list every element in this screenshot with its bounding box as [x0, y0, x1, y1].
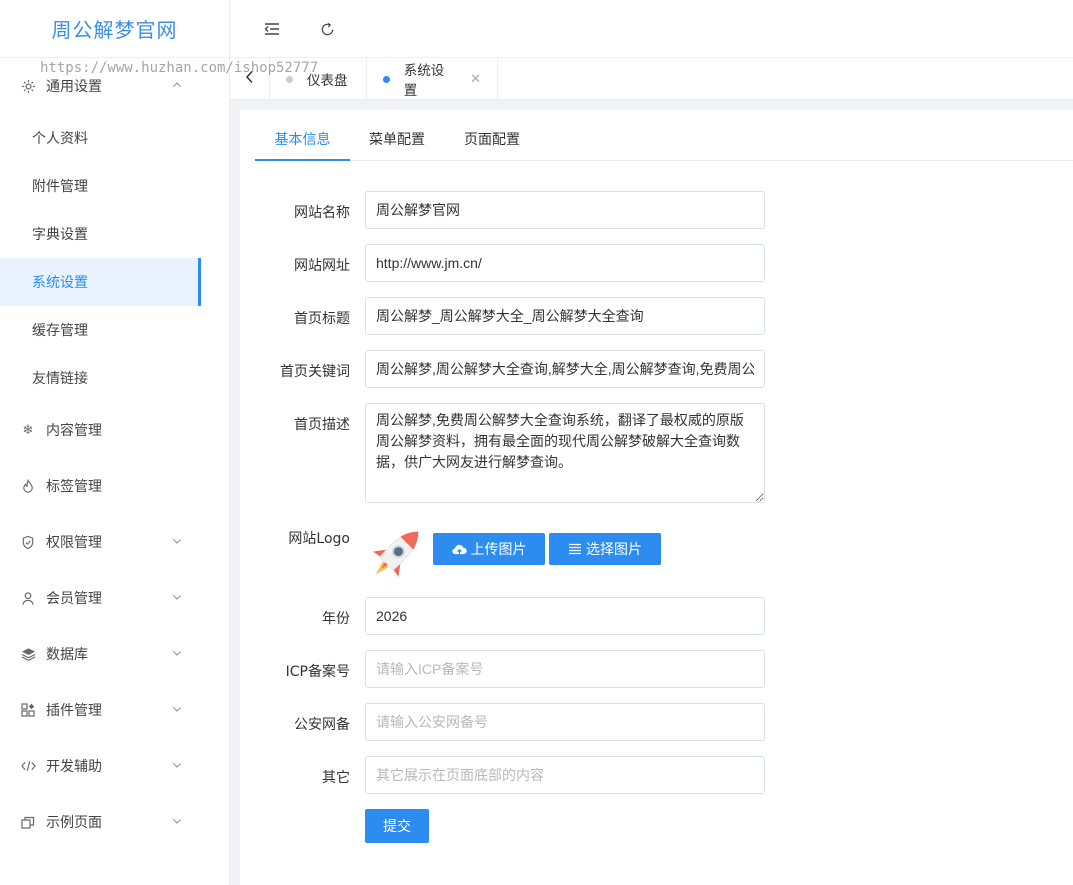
sidebar-group-tags[interactable]: 标签管理 — [0, 458, 229, 514]
icp-input[interactable] — [365, 650, 765, 688]
other-input[interactable] — [365, 756, 765, 794]
upload-image-button[interactable]: 上传图片 — [433, 533, 545, 565]
sidebar-group-examples[interactable]: 示例页面 — [0, 794, 229, 850]
sidebar-group-label: 示例页面 — [46, 815, 102, 831]
site-url-label: 网站网址 — [294, 258, 350, 274]
sidebar-item-label: 缓存管理 — [32, 323, 88, 339]
sidebar-item-label: 系统设置 — [32, 275, 88, 291]
sidebar-item-label: 友情链接 — [32, 371, 88, 387]
rocket-logo-image — [363, 520, 431, 586]
home-keywords-label: 首页关键词 — [280, 364, 350, 380]
subtab-page-config[interactable]: 页面配置 — [460, 110, 524, 161]
sidebar-group-content[interactable]: ❄ 内容管理 — [0, 402, 229, 458]
tab-system-settings[interactable]: 系统设置 ✕ — [367, 58, 498, 100]
watermark: https://www.huzhan.com/ishop52777 — [40, 60, 319, 76]
site-name-input[interactable] — [365, 191, 765, 229]
choose-image-label: 选择图片 — [586, 542, 642, 558]
subtab-basic-info[interactable]: 基本信息 — [255, 110, 350, 161]
site-name-label: 网站名称 — [294, 205, 350, 221]
sidebar-group-label: 开发辅助 — [46, 759, 102, 775]
chevron-down-icon — [172, 648, 182, 661]
sidebar-group-label: 内容管理 — [46, 423, 102, 439]
logo-area: 周公解梦官网 — [0, 0, 229, 58]
sidebar-item-label: 个人资料 — [32, 131, 88, 147]
chevron-down-icon — [172, 592, 182, 605]
tab-label: 系统设置 — [403, 63, 445, 99]
settings-subtabs: 基本信息 菜单配置 页面配置 — [255, 110, 1073, 161]
content-panel: 基本信息 菜单配置 页面配置 网站名称 网站网址 首页标题 首页关键词 首页描述… — [240, 110, 1073, 885]
subtab-menu-config[interactable]: 菜单配置 — [365, 110, 429, 161]
chevron-down-icon — [172, 536, 182, 549]
home-desc-textarea[interactable]: 周公解梦,免费周公解梦大全查询系统，翻译了最权威的原版周公解梦资料，拥有最全面的… — [365, 403, 765, 503]
sidebar-group-database[interactable]: 数据库 — [0, 626, 229, 682]
close-icon[interactable]: ✕ — [470, 72, 481, 87]
police-input[interactable] — [365, 703, 765, 741]
sidebar-group-dev-tools[interactable]: 开发辅助 — [0, 738, 229, 794]
home-desc-label: 首页描述 — [294, 417, 350, 433]
gear-icon — [20, 78, 36, 94]
sidebar-menu: 通用设置 个人资料 附件管理 字典设置 系统设置 缓存管理 友情链接 ❄ 内容管… — [0, 58, 229, 850]
code-icon — [20, 758, 36, 774]
tab-bar: 仪表盘 系统设置 ✕ — [230, 58, 1073, 100]
apps-icon — [20, 702, 36, 718]
sidebar-group-plugins[interactable]: 插件管理 — [0, 682, 229, 738]
chevron-up-icon — [172, 80, 182, 93]
user-icon — [20, 590, 36, 606]
sidebar-group-label: 权限管理 — [46, 535, 102, 551]
logo-label: 网站Logo — [288, 531, 350, 547]
site-url-input[interactable] — [365, 244, 765, 282]
tab-dot — [286, 75, 293, 83]
chevron-down-icon — [172, 704, 182, 717]
shield-icon — [20, 534, 36, 550]
sidebar-group-label: 标签管理 — [46, 479, 102, 495]
sidebar-group-label: 数据库 — [46, 647, 88, 663]
police-label: 公安网备 — [294, 717, 350, 733]
copy-icon — [20, 814, 36, 830]
list-icon — [568, 543, 582, 555]
sidebar-group-label: 插件管理 — [46, 703, 102, 719]
top-header — [230, 0, 1073, 58]
sidebar-item-links[interactable]: 友情链接 — [0, 354, 229, 402]
year-input[interactable] — [365, 597, 765, 635]
app-title: 周公解梦官网 — [51, 18, 178, 42]
collapse-menu-icon[interactable] — [260, 17, 284, 41]
sidebar-item-profile[interactable]: 个人资料 — [0, 114, 229, 162]
sidebar-item-label: 字典设置 — [32, 227, 88, 243]
submit-button[interactable]: 提交 — [365, 809, 429, 843]
sidebar-group-permissions[interactable]: 权限管理 — [0, 514, 229, 570]
sidebar-item-system-settings[interactable]: 系统设置 — [0, 258, 201, 306]
tab-dot — [383, 75, 390, 83]
other-label: 其它 — [322, 770, 350, 786]
chevron-down-icon — [172, 760, 182, 773]
cloud-upload-icon — [451, 543, 467, 555]
fire-icon — [20, 478, 36, 494]
sidebar-group-label: 会员管理 — [46, 591, 102, 607]
home-title-label: 首页标题 — [294, 311, 350, 327]
choose-image-button[interactable]: 选择图片 — [549, 533, 661, 565]
icp-label: ICP备案号 — [285, 664, 350, 680]
year-label: 年份 — [322, 611, 350, 627]
layers-icon — [20, 646, 36, 662]
sidebar-item-dictionary[interactable]: 字典设置 — [0, 210, 229, 258]
upload-image-label: 上传图片 — [470, 542, 527, 558]
sidebar-item-cache[interactable]: 缓存管理 — [0, 306, 229, 354]
sidebar-item-label: 附件管理 — [32, 179, 88, 195]
chevron-down-icon — [172, 816, 182, 829]
home-keywords-input[interactable] — [365, 350, 765, 388]
home-title-input[interactable] — [365, 297, 765, 335]
sidebar-group-label: 通用设置 — [46, 79, 102, 95]
sidebar: 周公解梦官网 通用设置 个人资料 附件管理 字典设置 系统设置 缓存管理 友情链… — [0, 0, 230, 885]
sidebar-item-attachments[interactable]: 附件管理 — [0, 162, 229, 210]
sidebar-group-members[interactable]: 会员管理 — [0, 570, 229, 626]
refresh-icon[interactable] — [315, 17, 339, 41]
snowflake-icon: ❄ — [22, 422, 34, 438]
